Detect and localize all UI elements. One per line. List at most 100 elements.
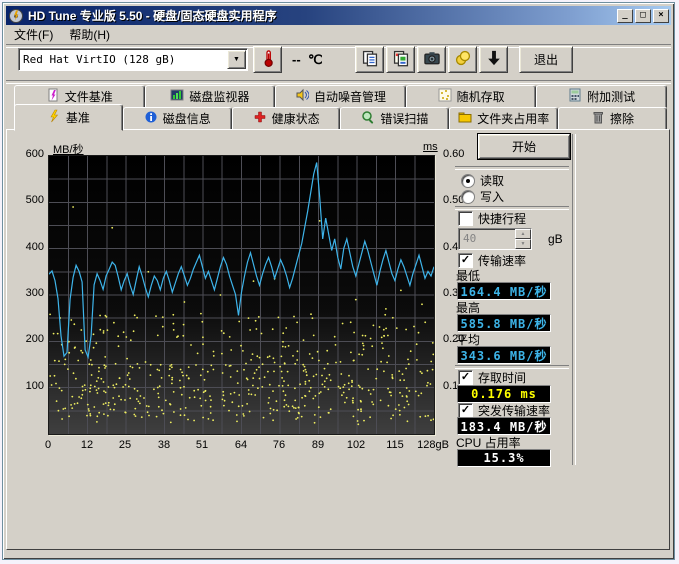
x-axis-tick: 0 xyxy=(45,439,51,451)
left-axis-tick: 100 xyxy=(12,380,44,392)
short-stroke-label: 快捷行程 xyxy=(478,210,526,227)
transfer-rate-label: 传输速率 xyxy=(478,252,526,269)
menu-file[interactable]: 文件(F) xyxy=(6,24,61,45)
title-bar: HD Tune 专业版 5.50 - 硬盘/固态硬盘实用程序 _ □ × xyxy=(6,6,671,25)
maximize-button[interactable]: □ xyxy=(635,9,651,23)
short-stroke-checkbox[interactable]: 快捷行程 xyxy=(458,210,526,227)
health-icon xyxy=(253,110,267,127)
thermometer-icon xyxy=(259,49,277,70)
avg-value-display: 343.6 MB/秒 xyxy=(457,346,551,364)
random-access-icon xyxy=(438,88,452,105)
temperature-unit: ℃ xyxy=(308,52,323,68)
cpu-usage-display: 15.3% xyxy=(457,449,551,467)
tab-label: 附加测试 xyxy=(587,88,635,105)
tab-benchmark[interactable]: 基准 xyxy=(14,104,123,131)
tab-erase[interactable]: 擦除 xyxy=(558,107,667,130)
read-radio-label: 读取 xyxy=(480,172,504,189)
copy-text-button[interactable] xyxy=(355,46,384,73)
write-radio[interactable]: 写入 xyxy=(461,188,504,205)
tab-label: 健康状态 xyxy=(272,110,320,127)
tab-disk-info[interactable]: 磁盘信息 xyxy=(123,107,232,130)
tab-error-scan[interactable]: 错误扫描 xyxy=(340,107,449,130)
write-radio-label: 写入 xyxy=(480,188,504,205)
x-axis-tick: 76 xyxy=(273,439,285,451)
x-axis-tick: 12 xyxy=(81,439,93,451)
x-axis-tick: 38 xyxy=(158,439,170,451)
copy-image-button[interactable] xyxy=(386,46,415,73)
close-button[interactable]: × xyxy=(653,9,669,23)
short-stroke-value: 40 xyxy=(459,229,515,249)
tab-disk-monitor[interactable]: 磁盘监视器 xyxy=(145,85,276,108)
left-axis-tick: 200 xyxy=(12,333,44,345)
menu-help[interactable]: 帮助(H) xyxy=(61,24,118,45)
access-time-label: 存取时间 xyxy=(478,369,526,386)
tab-label: 错误扫描 xyxy=(380,110,428,127)
tab-extra-tests[interactable]: 附加测试 xyxy=(536,85,667,108)
extra-tests-icon xyxy=(568,88,582,105)
copy-image-icon xyxy=(392,49,410,70)
min-value-display: 164.4 MB/秒 xyxy=(457,282,551,300)
x-axis-tick: 64 xyxy=(235,439,247,451)
save-icon xyxy=(485,49,503,70)
tab-health[interactable]: 健康状态 xyxy=(232,107,341,130)
tab-row-bottom: 基准 磁盘信息 健康状态 错误扫描 文件夹占用率 擦除 xyxy=(14,107,667,131)
x-axis-tick: 115 xyxy=(386,439,404,451)
donate-button[interactable] xyxy=(448,46,477,73)
minimize-button[interactable]: _ xyxy=(617,9,633,23)
checkbox-checked-icon: ✓ xyxy=(458,253,473,268)
max-value-display: 585.8 MB/秒 xyxy=(457,314,551,332)
radio-unselected-icon xyxy=(461,190,475,204)
chevron-down-icon[interactable]: ▼ xyxy=(227,50,246,69)
copy-icon xyxy=(361,49,379,70)
app-icon xyxy=(8,8,24,24)
radio-selected-icon xyxy=(461,174,475,188)
x-axis-tick: 25 xyxy=(119,439,131,451)
right-axis-tick: 0.60 xyxy=(443,148,464,160)
tab-folder-usage[interactable]: 文件夹占用率 xyxy=(449,107,558,130)
tab-label: 磁盘信息 xyxy=(163,110,211,127)
left-axis-tick: 600 xyxy=(12,148,44,160)
tab-label: 文件夹占用率 xyxy=(477,110,549,127)
right-axis-title: ms xyxy=(423,141,438,153)
checkbox-checked-icon: ✓ xyxy=(458,370,473,385)
access-time-display: 0.176 ms xyxy=(457,385,551,403)
drive-select[interactable]: Red Hat VirtIO (128 gB) ▼ xyxy=(18,48,248,71)
temperature-button[interactable] xyxy=(253,46,282,73)
tab-label: 擦除 xyxy=(610,110,634,127)
exit-button[interactable]: 退出 xyxy=(519,46,573,73)
tab-label: 自动噪音管理 xyxy=(314,88,386,105)
screenshot-button[interactable] xyxy=(417,46,446,73)
start-button[interactable]: 开始 xyxy=(478,134,570,159)
short-stroke-unit: gB xyxy=(548,232,563,246)
checkbox-checked-icon: ✓ xyxy=(458,403,473,418)
access-time-checkbox[interactable]: ✓ 存取时间 xyxy=(458,369,526,386)
x-axis-tick: 51 xyxy=(196,439,208,451)
benchmark-icon xyxy=(47,109,61,126)
folder-usage-icon xyxy=(458,110,472,127)
benchmark-file-icon xyxy=(46,88,60,105)
divider xyxy=(572,134,576,465)
left-axis-tick: 400 xyxy=(12,241,44,253)
benchmark-chart xyxy=(48,155,435,435)
spin-up-icon[interactable]: ▲ xyxy=(515,229,531,239)
tab-random-access[interactable]: 随机存取 xyxy=(406,85,537,108)
checkbox-unchecked-icon xyxy=(458,211,473,226)
donate-icon xyxy=(454,49,472,70)
screenshot-icon xyxy=(423,49,441,70)
divider xyxy=(6,80,671,84)
disk-monitor-icon xyxy=(170,88,184,105)
short-stroke-stepper[interactable]: 40 ▲ ▼ xyxy=(458,228,532,250)
divider xyxy=(455,166,569,170)
spin-down-icon[interactable]: ▼ xyxy=(515,239,531,249)
drive-select-value: Red Hat VirtIO (128 gB) xyxy=(19,53,227,66)
temperature-value: -- xyxy=(292,52,301,67)
tab-label: 文件基准 xyxy=(65,88,113,105)
error-scan-icon xyxy=(361,110,375,127)
read-radio[interactable]: 读取 xyxy=(461,172,504,189)
x-axis-tick: 128gB xyxy=(417,439,449,451)
aam-icon xyxy=(295,88,309,105)
save-button[interactable] xyxy=(479,46,508,73)
left-axis-tick: 300 xyxy=(12,287,44,299)
tab-aam[interactable]: 自动噪音管理 xyxy=(275,85,406,108)
tab-label: 随机存取 xyxy=(457,88,505,105)
